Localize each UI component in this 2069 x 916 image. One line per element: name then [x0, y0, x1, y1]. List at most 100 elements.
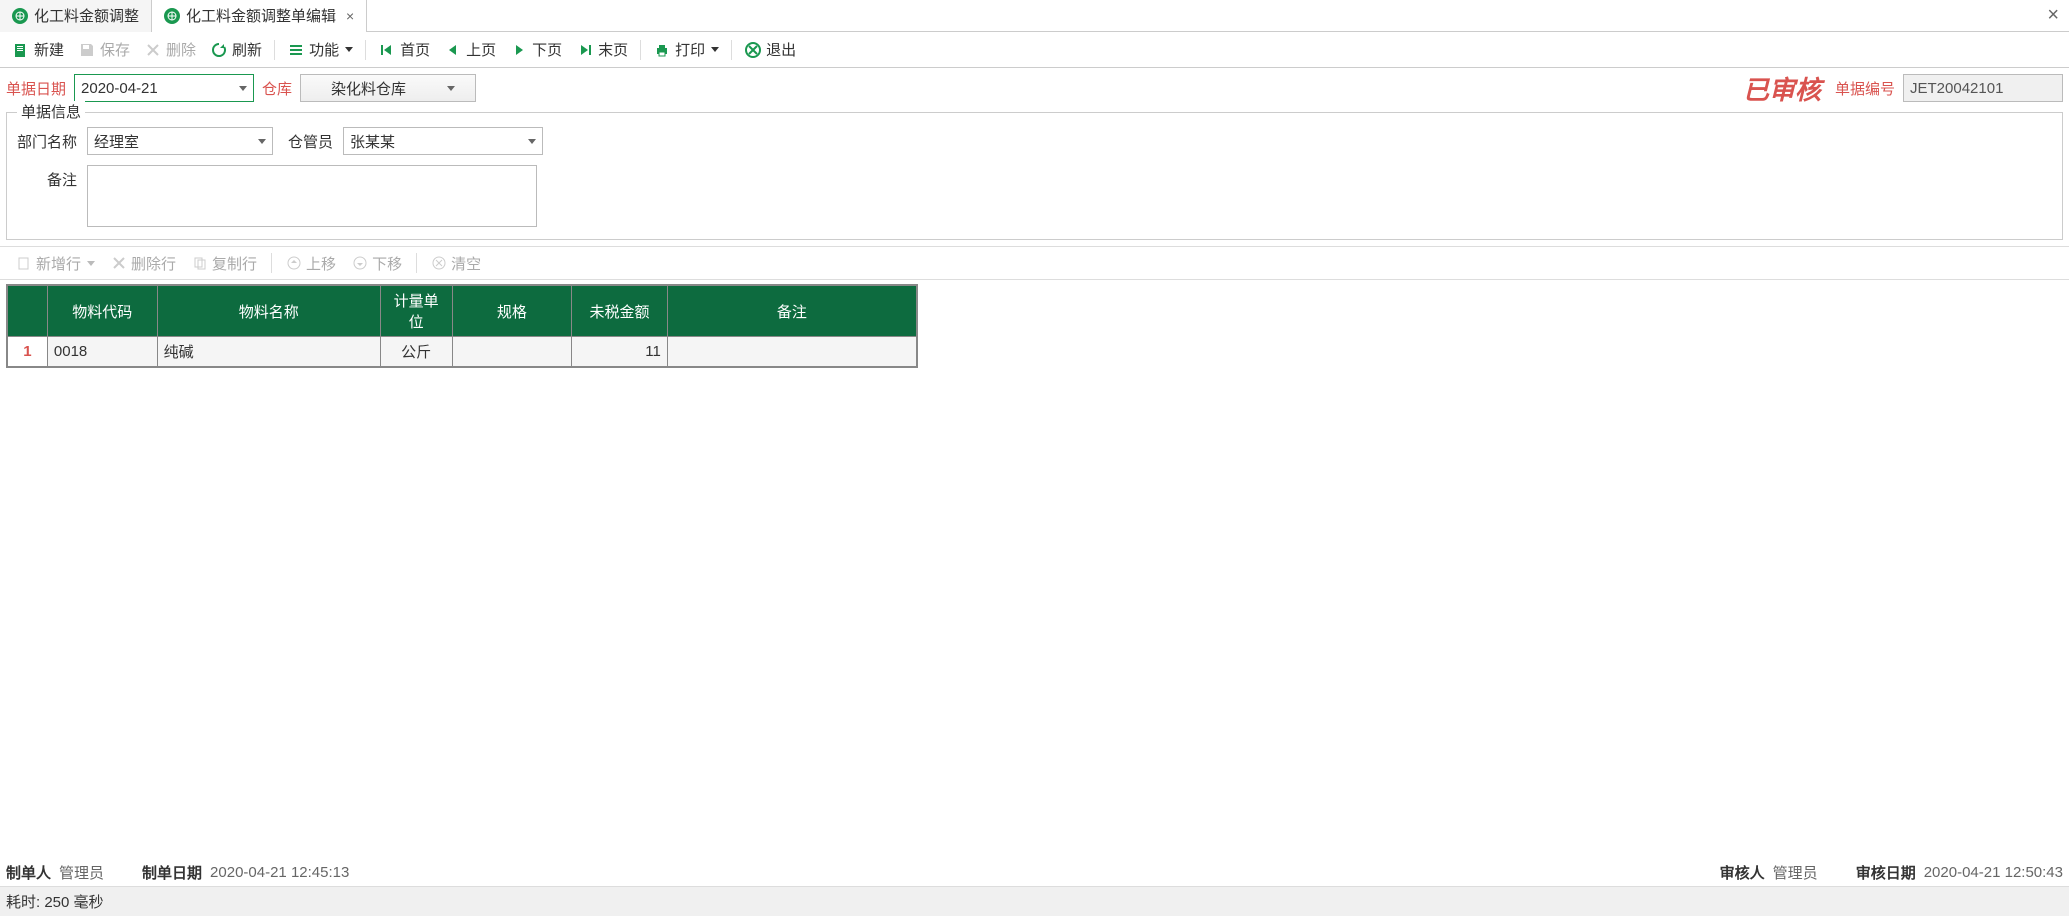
- col-unit[interactable]: 计量单位: [380, 286, 452, 337]
- next-page-button[interactable]: 下页: [504, 37, 568, 62]
- chevron-down-icon: [447, 86, 455, 91]
- cell-code[interactable]: 0018: [47, 337, 157, 367]
- list-icon: [287, 41, 305, 59]
- create-date-value: 2020-04-21 12:45:13: [210, 864, 349, 881]
- col-amount[interactable]: 未税金额: [572, 286, 668, 337]
- down-icon: [352, 255, 368, 271]
- dept-field[interactable]: 经理室: [87, 127, 273, 155]
- table-row[interactable]: 1 0018 纯碱 公斤 11: [8, 337, 917, 367]
- keeper-field[interactable]: 张某某: [343, 127, 543, 155]
- button-label: 新增行: [36, 253, 81, 274]
- doc-info-fieldset: 单据信息 部门名称 经理室 仓管员 张某某 备注: [6, 112, 2063, 240]
- status-bar: 耗时: 250 毫秒: [0, 886, 2069, 916]
- button-label: 删除: [166, 39, 196, 60]
- elapsed-text: 耗时: 250 毫秒: [6, 891, 104, 912]
- button-label: 新建: [34, 39, 64, 60]
- auditor-value: 管理员: [1773, 862, 1818, 883]
- next-icon: [510, 41, 528, 59]
- col-remark[interactable]: 备注: [667, 286, 916, 337]
- cell-amount[interactable]: 11: [572, 337, 668, 367]
- creator-value: 管理员: [59, 862, 104, 883]
- new-icon: [12, 41, 30, 59]
- warehouse-value: 染化料仓库: [331, 78, 406, 99]
- cell-rownum: 1: [8, 337, 48, 367]
- col-spec[interactable]: 规格: [452, 286, 572, 337]
- button-label: 首页: [400, 39, 430, 60]
- copy-row-icon: [192, 255, 208, 271]
- add-row-icon: [16, 255, 32, 271]
- grid-toolbar: 新增行 删除行 复制行 上移 下移 清空: [0, 246, 2069, 280]
- prev-icon: [444, 41, 462, 59]
- up-icon: [286, 255, 302, 271]
- remark-label: 备注: [17, 165, 77, 190]
- grid-header-row: 物料代码 物料名称 计量单位 规格 未税金额 备注: [8, 286, 917, 337]
- audit-stamp: 已审核: [1743, 70, 1821, 107]
- chevron-down-icon: [87, 261, 95, 266]
- globe-icon: [164, 8, 180, 24]
- col-name[interactable]: 物料名称: [157, 286, 380, 337]
- button-label: 上页: [466, 39, 496, 60]
- tab-label: 化工料金额调整: [34, 5, 139, 26]
- last-icon: [576, 41, 594, 59]
- move-up-button: 上移: [280, 251, 342, 276]
- save-button: 保存: [72, 37, 136, 62]
- header-fields: 单据日期 2020-04-21 仓库 染化料仓库 已审核 单据编号 JET200…: [0, 68, 2069, 108]
- tab-adjust-list[interactable]: 化工料金额调整: [0, 0, 152, 32]
- tab-close-icon[interactable]: ×: [346, 8, 354, 24]
- audit-date-label: 审核日期: [1856, 862, 1916, 883]
- refresh-button[interactable]: 刷新: [204, 37, 268, 62]
- last-page-button[interactable]: 末页: [570, 37, 634, 62]
- exit-icon: [744, 41, 762, 59]
- separator: [416, 253, 417, 273]
- save-icon: [78, 41, 96, 59]
- exit-button[interactable]: 退出: [738, 37, 802, 62]
- delete-button: 删除: [138, 37, 202, 62]
- warehouse-field[interactable]: 染化料仓库: [300, 74, 476, 102]
- prev-page-button[interactable]: 上页: [438, 37, 502, 62]
- separator: [640, 40, 641, 60]
- dept-label: 部门名称: [17, 127, 77, 152]
- tab-adjust-edit[interactable]: 化工料金额调整单编辑 ×: [152, 0, 367, 32]
- first-icon: [378, 41, 396, 59]
- separator: [365, 40, 366, 60]
- del-row-icon: [111, 255, 127, 271]
- clear-button: 清空: [425, 251, 487, 276]
- cell-name[interactable]: 纯碱: [157, 337, 380, 367]
- button-label: 下页: [532, 39, 562, 60]
- print-button[interactable]: 打印: [647, 37, 725, 62]
- date-field[interactable]: 2020-04-21: [74, 74, 254, 102]
- doc-no-field: JET20042101: [1903, 74, 2063, 102]
- button-label: 打印: [675, 39, 705, 60]
- new-button[interactable]: 新建: [6, 37, 70, 62]
- move-down-button: 下移: [346, 251, 408, 276]
- remark-field[interactable]: [87, 165, 537, 227]
- keeper-value: 张某某: [350, 131, 395, 152]
- cell-remark[interactable]: [667, 337, 916, 367]
- cell-unit[interactable]: 公斤: [380, 337, 452, 367]
- clear-icon: [431, 255, 447, 271]
- close-all-icon[interactable]: ×: [2047, 4, 2059, 27]
- chevron-down-icon: [258, 139, 266, 144]
- button-label: 末页: [598, 39, 628, 60]
- separator: [731, 40, 732, 60]
- col-code[interactable]: 物料代码: [47, 286, 157, 337]
- button-label: 清空: [451, 253, 481, 274]
- main-toolbar: 新建 保存 删除 刷新 功能 首页 上页 下页 末页 打印: [0, 32, 2069, 68]
- button-label: 刷新: [232, 39, 262, 60]
- data-grid: 物料代码 物料名称 计量单位 规格 未税金额 备注 1 0018 纯碱 公斤 1…: [6, 284, 918, 368]
- date-value: 2020-04-21: [81, 80, 158, 97]
- print-icon: [653, 41, 671, 59]
- footer-info: 制单人 管理员 制单日期 2020-04-21 12:45:13 审核人 管理员…: [0, 858, 2069, 886]
- auditor-label: 审核人: [1720, 862, 1765, 883]
- doc-no-value: JET20042101: [1910, 80, 2003, 97]
- creator-label: 制单人: [6, 862, 51, 883]
- dept-value: 经理室: [94, 131, 139, 152]
- separator: [274, 40, 275, 60]
- first-page-button[interactable]: 首页: [372, 37, 436, 62]
- function-button[interactable]: 功能: [281, 37, 359, 62]
- tab-label: 化工料金额调整单编辑: [186, 5, 336, 26]
- row-header-blank: [8, 286, 48, 337]
- date-label: 单据日期: [6, 78, 66, 99]
- audit-date-value: 2020-04-21 12:50:43: [1924, 864, 2063, 881]
- cell-spec[interactable]: [452, 337, 572, 367]
